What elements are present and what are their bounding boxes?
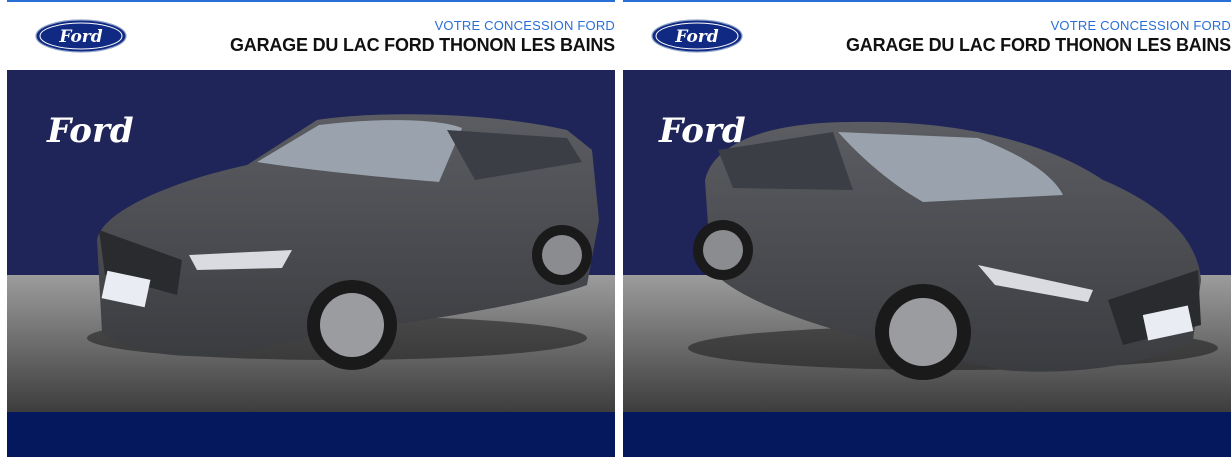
footer-bar <box>623 412 1231 457</box>
svg-text:Ford: Ford <box>58 27 102 47</box>
dealer-header: Ford VOTRE CONCESSION FORD GARAGE DU LAC… <box>7 2 615 70</box>
dealer-subtitle: VOTRE CONCESSION FORD <box>1050 18 1231 33</box>
dealer-subtitle: VOTRE CONCESSION FORD <box>434 18 615 33</box>
ford-script-logo-icon: Ford <box>658 111 746 151</box>
vehicle-photo[interactable]: Ford <box>623 70 1231 412</box>
ford-oval-logo-icon: Ford <box>35 19 127 53</box>
listing-card-front-right[interactable]: Ford VOTRE CONCESSION FORD GARAGE DU LAC… <box>623 0 1231 457</box>
svg-text:Ford: Ford <box>674 27 718 47</box>
ford-script-logo-icon: Ford <box>46 111 134 151</box>
dealer-header: Ford VOTRE CONCESSION FORD GARAGE DU LAC… <box>623 2 1231 70</box>
dealer-name: GARAGE DU LAC FORD THONON LES BAINS <box>229 35 615 55</box>
footer-bar <box>7 412 615 457</box>
ford-oval-logo-icon: Ford <box>651 19 743 53</box>
vehicle-photo[interactable]: Ford <box>7 70 615 412</box>
dealer-name: GARAGE DU LAC FORD THONON LES BAINS <box>845 35 1231 55</box>
listing-card-front-left[interactable]: Ford VOTRE CONCESSION FORD GARAGE DU LAC… <box>7 0 615 457</box>
